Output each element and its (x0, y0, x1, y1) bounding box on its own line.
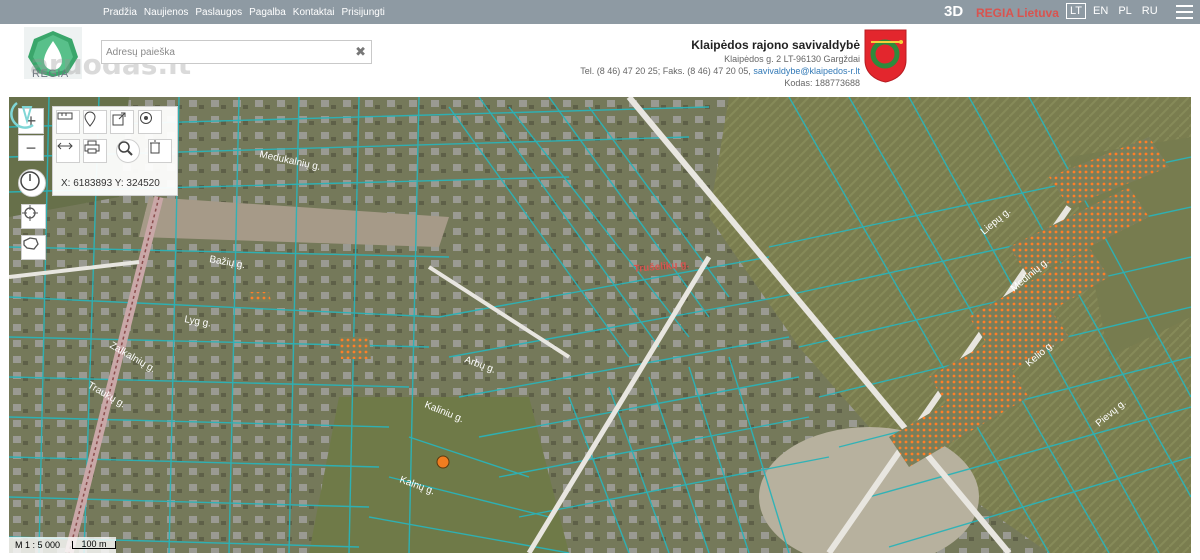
lang-en[interactable]: EN (1090, 4, 1111, 18)
nav-item-pradzia[interactable]: Pradžia (103, 7, 137, 18)
regia-logo-text: REGIA (32, 68, 69, 80)
regia-lietuva-link[interactable]: REGIA Lietuva (976, 6, 1059, 20)
municipality-contacts: Tel. (8 46) 47 20 25; Faks. (8 46) 47 20… (500, 66, 860, 76)
map-view[interactable]: Medukalnių g. Arbų g. Bažių g. Kalnų g. … (9, 97, 1191, 553)
clear-button[interactable] (148, 139, 172, 163)
scale-indicator: M 1 : 5 000 100 m (9, 537, 117, 553)
address-search-input[interactable] (102, 41, 347, 63)
crosshair-icon (22, 205, 38, 221)
coordinate-readout: X: 6183893 Y: 324520 (61, 178, 160, 189)
coat-of-arms-icon (864, 29, 907, 83)
header: REGIA aruodas.lt ✖ Klaipėdos rajono savi… (0, 24, 1200, 96)
3d-button[interactable]: 3D (944, 3, 963, 20)
regia-mark-icon (10, 101, 34, 129)
location-marker[interactable] (436, 455, 450, 469)
marker-button[interactable] (83, 110, 107, 134)
export-button[interactable] (110, 110, 134, 134)
municipality-address: Klaipėdos g. 2 LT-96130 Gargždai (724, 54, 860, 64)
nav-item-paslaugos[interactable]: Paslaugos (195, 7, 242, 18)
hamburger-menu-icon[interactable] (1176, 5, 1193, 19)
nav-item-pagalba[interactable]: Pagalba (249, 7, 286, 18)
language-switcher: LT EN PL RU (1066, 3, 1161, 19)
lang-lt[interactable]: LT (1066, 3, 1087, 19)
map-pin-icon (84, 111, 96, 127)
lang-ru[interactable]: RU (1139, 4, 1161, 18)
nav-item-prisijungti[interactable]: Prisijungti (342, 7, 385, 18)
municipality-email-link[interactable]: savivaldybe@klaipedos-r.lt (753, 66, 860, 76)
search-globe-icon (118, 141, 133, 156)
arrows-horizontal-icon (57, 142, 73, 150)
measure-distance-button[interactable] (56, 110, 80, 134)
locate-button[interactable] (21, 204, 46, 229)
print-icon (84, 140, 100, 154)
municipality-code: Kodas: 188773688 (784, 78, 860, 88)
nav-item-naujienos[interactable]: Naujienos (144, 7, 188, 18)
point-button[interactable] (138, 110, 162, 134)
address-search: ✖ (101, 40, 372, 64)
top-bar: Pradžia Naujienos Paslaugos Pagalba Kont… (0, 0, 1200, 24)
scale-ratio: M 1 : 5 000 (15, 540, 61, 550)
municipality-info: Klaipėdos rajono savivaldybė Klaipėdos g… (500, 38, 860, 88)
regia-logo[interactable] (20, 27, 86, 95)
compass-icon (20, 171, 40, 191)
share-icon (112, 112, 126, 126)
nav-item-kontaktai[interactable]: Kontaktai (293, 7, 335, 18)
lithuania-map-icon (23, 237, 39, 250)
trash-icon (150, 140, 160, 154)
map-canvas[interactable]: Medukalnių g. Arbų g. Bažių g. Kalnų g. … (9, 97, 1191, 553)
measure-width-button[interactable] (56, 139, 80, 163)
ruler-icon (57, 112, 73, 120)
municipality-phone: Tel. (8 46) 47 20 25; Faks. (8 46) 47 20… (580, 66, 754, 76)
region-button[interactable] (21, 235, 46, 260)
top-navigation: Pradžia Naujienos Paslaugos Pagalba Kont… (103, 0, 385, 24)
tool-panel: X: 6183893 Y: 324520 (52, 106, 178, 196)
clear-icon[interactable]: ✖ (355, 44, 366, 60)
lang-pl[interactable]: PL (1115, 4, 1134, 18)
scale-bar: 100 m (72, 540, 117, 549)
target-icon (140, 112, 152, 124)
print-button[interactable] (83, 139, 107, 163)
compass-button[interactable] (18, 169, 46, 197)
zoom-out-button[interactable]: − (18, 135, 44, 161)
municipality-name: Klaipėdos rajono savivaldybė (691, 38, 860, 52)
identify-button[interactable] (116, 139, 140, 163)
